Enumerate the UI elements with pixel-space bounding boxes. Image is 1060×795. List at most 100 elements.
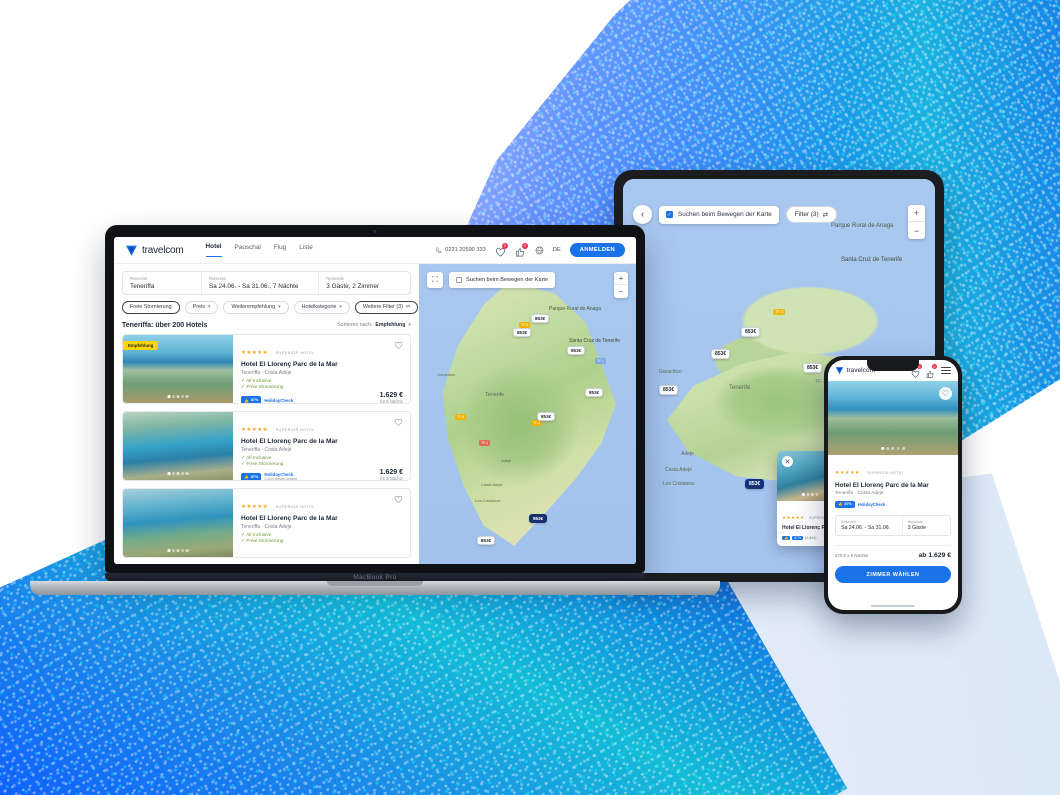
carousel-dots[interactable] (167, 471, 189, 475)
hotel-card-name[interactable]: Hotel El Llorenç Parc de la Mar (241, 515, 403, 522)
phone-field-guests[interactable]: Reisende 3 Gäste (903, 516, 950, 536)
hotel-card-feature-label: Freie Stornierung (246, 462, 284, 468)
map-price-pin[interactable]: 853€ (477, 536, 496, 545)
map-price-pin[interactable]: 853€ (537, 412, 556, 421)
wishlist-count-badge: 0 (501, 242, 508, 249)
hotel-card-badge: Empfehlung (123, 340, 159, 350)
header-actions: 0221 20590 333 0 0 DE ANMELDEN (435, 242, 625, 257)
map-panel[interactable]: Parque Rural de Anaga Santa Cruz de Tene… (419, 264, 636, 564)
tablet-price-pin-active[interactable]: 853€ (745, 479, 765, 489)
hotel-card[interactable]: ★★★★★ SUPERIOR HOTEL Hotel El Llorenç Pa… (122, 487, 411, 558)
zoom-in-icon[interactable]: + (908, 205, 925, 222)
search-field-dates[interactable]: Reisezeit Sa 24.06. - Sa 31.06., 7 Nächt… (202, 272, 320, 294)
hotel-card-name[interactable]: Hotel El Llorenç Parc de la Mar (241, 361, 403, 368)
map-price-pin[interactable]: 853€ (531, 314, 550, 323)
brand-name: travelcom (142, 244, 184, 256)
hotel-card-price: 1.629 € (379, 469, 403, 477)
hotel-card-feature: ✓ Freie Stornierung (241, 385, 284, 391)
hotel-result-list[interactable]: Empfehlung ★★★★★ SUPERIOR HOTEL Hotel El… (114, 333, 419, 565)
wishlist-button[interactable]: 0 (495, 242, 508, 257)
hotel-card-name[interactable]: Hotel El Llorenç Parc de la Mar (241, 438, 403, 445)
zoom-out-icon[interactable]: − (908, 222, 925, 239)
zoom-in-icon[interactable]: + (614, 272, 628, 285)
map-search-on-move-toggle[interactable]: Suchen beim Bewegen der Karte (449, 272, 556, 288)
close-icon[interactable]: ✕ (782, 456, 793, 467)
checkbox-unchecked-icon[interactable] (456, 277, 462, 283)
tablet-price-pin[interactable]: 853€ (803, 363, 823, 373)
hotel-card-rating-row: ★★★★★ SUPERIOR HOTEL (241, 495, 403, 513)
filter-chip-free-cancellation-label: Freie Stornierung (130, 304, 172, 310)
hotel-card-photo[interactable] (123, 488, 233, 557)
map-road-badge: TF-1 (479, 440, 491, 446)
hotel-card-location: Teneriffa · Costa Adeje (241, 523, 292, 530)
search-field-destination[interactable]: Reiseziel Teneriffa (123, 272, 202, 294)
main-nav: Hotel Pauschal Flug Liste (205, 243, 313, 257)
filter-chip-hotel-category-label: Hotelkategorie (301, 304, 337, 310)
hotel-card-bottom: 👍 87% HolidayCheck 1.629 € für 6 Nächte (241, 392, 403, 403)
filter-chip-price-label: Preis (192, 304, 205, 310)
language-selector[interactable]: DE (553, 247, 561, 253)
favorite-heart-icon[interactable]: ♡ (939, 387, 952, 400)
hotel-card-review-count: 2.644 Bewertungen (264, 477, 298, 481)
search-field-guests[interactable]: Reisende 3 Gäste, 2 Zimmer (319, 272, 410, 294)
hamburger-icon[interactable] (941, 366, 951, 375)
phone-hotel-category: SUPERIOR HOTEL (867, 471, 905, 475)
phone-hotel-hero-photo[interactable]: ♡ (828, 381, 958, 455)
hotel-card[interactable]: ★★★★★ SUPERIOR HOTEL Hotel El Llorenç Pa… (122, 410, 411, 481)
hotel-card[interactable]: Empfehlung ★★★★★ SUPERIOR HOTEL Hotel El… (122, 333, 411, 404)
map-price-pin[interactable]: 853€ (513, 328, 532, 337)
nav-item-liste[interactable]: Liste (299, 244, 313, 257)
tablet-search-on-move-toggle[interactable]: ✓ Suchen beim Bewegen der Karte (659, 205, 779, 224)
tablet-price-pin[interactable]: 853€ (741, 327, 761, 337)
filter-chip-recommendation[interactable]: Weiterempfehlung ▾ (223, 300, 289, 314)
map-town-label-santacruz: Santa Cruz de Tenerife (569, 338, 621, 344)
filter-chip-more-filters[interactable]: Weitere Filter (3) ⇄ (354, 300, 419, 314)
phone-compare-button[interactable]: 0 (926, 364, 937, 378)
sort-label: Sortieren nach: (337, 322, 373, 328)
zoom-out-icon[interactable]: − (614, 285, 628, 298)
checkbox-checked-icon[interactable]: ✓ (666, 211, 673, 218)
phone-field-dates-label: Reisezeit (841, 519, 856, 524)
nav-item-flug[interactable]: Flug (274, 244, 286, 257)
carousel-dots[interactable] (167, 394, 189, 398)
phone-field-dates[interactable]: Reisezeit Sa 24.06. - Sa 31.06. (836, 515, 903, 536)
carousel-dots[interactable] (167, 548, 189, 552)
map-canvas[interactable]: Parque Rural de Anaga Santa Cruz de Tene… (419, 264, 636, 564)
nav-item-pauschal[interactable]: Pauschal (235, 244, 261, 257)
phone-hotel-name: Hotel El Llorenç Parc de la Mar (835, 481, 929, 489)
laptop-device: travelcom Hotel Pauschal Flug Liste 0221… (30, 225, 720, 595)
hotel-card-feature-label: All Inclusive (246, 378, 272, 384)
hotel-card-location: Teneriffa · Costa Adeje (241, 446, 292, 453)
header-phone[interactable]: 0221 20590 333 (435, 247, 486, 254)
hotel-card-photo[interactable] (123, 411, 233, 480)
favorite-heart-icon[interactable] (394, 341, 403, 350)
favorite-heart-icon[interactable] (394, 495, 403, 504)
map-zoom-controls[interactable]: + − (614, 272, 628, 298)
login-button[interactable]: ANMELDEN (569, 243, 625, 257)
hotel-card-feature-label: All Inclusive (246, 455, 272, 461)
filter-chip-price[interactable]: Preis ▾ (184, 300, 219, 314)
filter-chip-hotel-category[interactable]: Hotelkategorie ▾ (293, 300, 350, 314)
sort-control[interactable]: Sortieren nach: Empfehlung ▾ (337, 322, 411, 328)
map-price-pin[interactable]: 853€ (585, 388, 604, 397)
nav-item-hotel[interactable]: Hotel (205, 243, 222, 257)
compare-button[interactable]: 0 (515, 242, 528, 257)
brand-logo[interactable]: travelcom (125, 244, 184, 257)
map-price-pin[interactable]: 853€ (567, 346, 586, 355)
select-room-button[interactable]: ZIMMER WÄHLEN (835, 566, 951, 584)
favorite-heart-icon[interactable] (394, 418, 403, 427)
tablet-map-zoom-controls[interactable]: + − (908, 205, 925, 239)
fullscreen-expand-icon[interactable]: ⛶ (427, 272, 443, 288)
search-field-guests-value: 3 Gäste, 2 Zimmer (326, 282, 380, 290)
back-icon[interactable]: ‹ (633, 205, 652, 224)
globe-icon[interactable] (535, 246, 544, 255)
hotel-card-photo[interactable]: Empfehlung (123, 334, 233, 403)
hotel-card-rating-provider: HolidayCheck (264, 397, 294, 403)
map-price-pin-active[interactable]: 853€ (529, 514, 548, 523)
tablet-popup-carousel-dots[interactable] (801, 493, 819, 496)
filter-chip-free-cancellation[interactable]: Freie Stornierung (122, 300, 180, 314)
results-header: Teneriffa: über 200 Hotels Sortieren nac… (114, 320, 419, 334)
tablet-filter-button[interactable]: Filter (3) ⇄ (785, 206, 837, 223)
tablet-town-label-santacruz: Santa Cruz de Tenerife (841, 257, 903, 263)
carousel-dots[interactable] (881, 447, 905, 450)
